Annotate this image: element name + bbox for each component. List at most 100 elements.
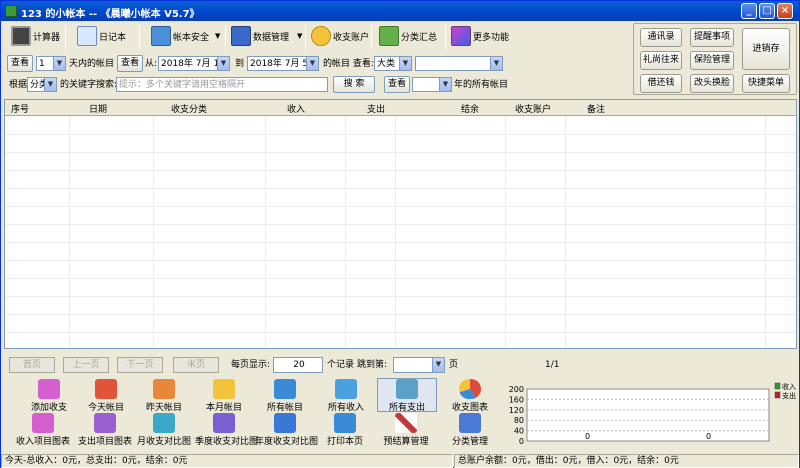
add-record-button[interactable]: 添加收支 (23, 379, 75, 413)
table-row (5, 242, 796, 243)
diary-button[interactable]: 日记本 (77, 23, 126, 49)
toolbar-divider (225, 25, 226, 49)
more-functions-button[interactable]: 更多功能 (451, 23, 509, 49)
year-select[interactable]: ▼ (412, 77, 452, 92)
toolbar-divider (371, 25, 372, 49)
bar-chart-icon (153, 413, 175, 433)
year-compare-button[interactable]: 年度收支对比图 (255, 413, 318, 447)
reminders-button[interactable]: 提醒事项 (690, 28, 734, 47)
calculator-button[interactable]: 计算器 (11, 23, 60, 49)
yesterday-records-label: 昨天帐目 (145, 403, 182, 413)
print-button[interactable]: 打印本页 (321, 413, 369, 447)
loans-button[interactable]: 借还钱 (640, 74, 682, 93)
data-label: 0 (585, 432, 590, 441)
expense-chart-button[interactable]: 支出项目图表 (77, 413, 133, 447)
plot-area (526, 388, 770, 442)
from-label: 从: (145, 59, 158, 69)
keyword-input[interactable]: 提示：多个关键字请用空格隔开 (116, 77, 328, 92)
per-page-input[interactable]: 20 (273, 357, 323, 373)
view-year-button[interactable]: 查看 (384, 76, 410, 93)
chevron-down-icon: ▼ (53, 57, 65, 70)
gifts-button[interactable]: 礼尚往来 (640, 51, 682, 70)
security-icon (151, 26, 171, 46)
stock-button[interactable]: 进销存 (742, 28, 790, 70)
close-button[interactable]: × (777, 3, 793, 19)
chevron-down-icon: ▼ (399, 57, 411, 70)
chart-button[interactable]: 收支图表 (443, 379, 497, 413)
printer-icon (334, 413, 356, 433)
search-button[interactable]: 搜 索 (333, 76, 375, 93)
jump-page-select[interactable]: ▼ (393, 357, 445, 373)
y-tick-label: 40 (514, 427, 524, 436)
table-row (5, 206, 796, 207)
insurance-button[interactable]: 保险管理 (690, 51, 734, 70)
all-income-button[interactable]: 所有收入 (319, 379, 373, 413)
data-management-button[interactable]: 数据管理 ▼ (231, 23, 302, 49)
budget-label: 预结算管理 (383, 437, 429, 447)
all-records-button[interactable]: 所有帐目 (257, 379, 313, 413)
last-page-button[interactable]: 末页 (173, 357, 219, 373)
category-select[interactable]: 大类 ▼ (374, 56, 412, 71)
all-records-label: 所有帐目 (266, 403, 303, 413)
shortcut-menu-button[interactable]: 快捷菜单 (742, 74, 790, 93)
season-compare-label: 季度收支对比图 (195, 437, 259, 447)
column-header[interactable]: 备注 (587, 102, 605, 115)
records-table[interactable]: 序号 日期 收支分类 收入 支出 结余 收支账户 备注 (4, 99, 797, 349)
yesterday-records-button[interactable]: 昨天帐目 (137, 379, 191, 413)
notebook-icon (77, 26, 97, 46)
budget-button[interactable]: 预结算管理 (379, 413, 433, 447)
column-header[interactable]: 收支账户 (515, 102, 551, 115)
basis-select[interactable]: 分类 ▼ (27, 77, 57, 92)
all-expense-button[interactable]: 所有支出 (377, 378, 437, 413)
category-manager-button[interactable]: 分类管理 (443, 413, 497, 447)
month-compare-label: 月收支对比图 (137, 437, 192, 447)
from-date-picker[interactable]: 2018年 7月 1日 ▼ (158, 56, 230, 71)
maximize-button[interactable]: □ (759, 3, 775, 19)
y-tick-label: 200 (509, 385, 524, 394)
days-value: 1 (39, 59, 45, 69)
toolbar-divider (65, 25, 66, 49)
table-row (5, 260, 796, 261)
table-row (5, 314, 796, 315)
column-header[interactable]: 收入 (287, 102, 305, 115)
column-header[interactable]: 日期 (89, 102, 107, 115)
window-title: 123 的小帐本 -- 《晨曦小帐本 V5.7》 (21, 9, 200, 20)
minimize-button[interactable]: _ (741, 3, 757, 19)
view-days-button[interactable]: 查看 (7, 55, 33, 72)
redeem-button[interactable]: 改头换脸 (690, 74, 734, 93)
add-icon (38, 379, 60, 399)
category-summary-label: 分类汇总 (401, 32, 438, 43)
to-date-picker[interactable]: 2018年 7月 5日 ▼ (247, 56, 319, 71)
chevron-down-icon: ▼ (490, 57, 502, 70)
month-records-button[interactable]: 本月帐目 (197, 379, 251, 413)
chart-label: 收支图表 (451, 403, 488, 413)
folder-icon (213, 379, 235, 399)
database-icon (274, 379, 296, 399)
account-button[interactable]: 收支账户 (311, 23, 369, 49)
income-chart-label: 收入项目图表 (15, 437, 70, 447)
jump-label: 跳到第: (357, 360, 388, 370)
category-summary-button[interactable]: 分类汇总 (379, 23, 437, 49)
account-security-button[interactable]: 帐本安全 ▼ (151, 23, 220, 49)
season-compare-button[interactable]: 季度收支对比图 (195, 413, 258, 447)
income-chart-button[interactable]: 收入项目图表 (15, 413, 71, 447)
first-page-button[interactable]: 首页 (9, 357, 55, 373)
users-icon (335, 379, 357, 399)
account-security-label: 帐本安全 (173, 32, 210, 43)
next-page-button[interactable]: 下一页 (117, 357, 163, 373)
column-header[interactable]: 序号 (11, 102, 29, 115)
month-compare-button[interactable]: 月收支对比图 (137, 413, 191, 447)
status-today: 今天-总收入：0元，总支出：0元，结余：0元 (1, 454, 453, 468)
category-manager-label: 分类管理 (451, 437, 488, 447)
today-records-button[interactable]: 今天帐目 (81, 379, 131, 413)
column-header[interactable]: 收支分类 (171, 102, 207, 115)
coins-icon (311, 26, 331, 46)
days-select[interactable]: 1 ▼ (36, 56, 66, 71)
contacts-button[interactable]: 通讯录 (640, 28, 682, 47)
column-header[interactable]: 结余 (461, 102, 479, 115)
view-range-button[interactable]: 查看 (117, 55, 143, 72)
page-info: 1/1 (545, 360, 560, 370)
subcategory-select[interactable]: ▼ (415, 56, 503, 71)
column-header[interactable]: 支出 (367, 102, 385, 115)
prev-page-button[interactable]: 上一页 (63, 357, 109, 373)
